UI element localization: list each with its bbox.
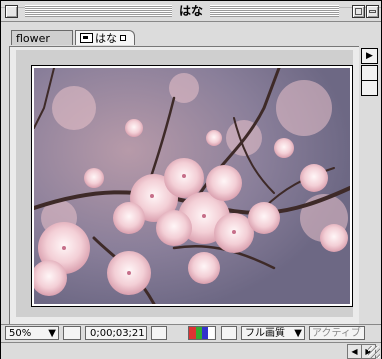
active-camera-dropdown[interactable]: アクティブ bbox=[309, 326, 365, 340]
zoom-icon bbox=[355, 8, 362, 15]
region-of-interest-button[interactable] bbox=[221, 326, 237, 340]
scroll-left-button[interactable]: ◀ bbox=[347, 344, 362, 359]
side-controls: ▶ bbox=[359, 46, 381, 324]
zoom-box-button[interactable] bbox=[352, 5, 365, 18]
channel-rgb-button[interactable] bbox=[188, 326, 216, 340]
chevron-down-icon: ▼ bbox=[48, 328, 56, 339]
panel-menu-button[interactable]: ▶ bbox=[361, 48, 378, 64]
tab-close-icon[interactable] bbox=[120, 35, 126, 41]
collapse-box-button[interactable] bbox=[366, 5, 379, 18]
status-bar: 50% ▼ 0;00;03;21 フル画質 ▼ アクティブ bbox=[1, 324, 381, 342]
tab-flower[interactable]: flower bbox=[11, 30, 73, 45]
tab-label: はな bbox=[95, 32, 117, 45]
composition-window: はな flower はな ▶ 50% ▼ 0;00;03;21 フル画質 ▼ ア… bbox=[0, 0, 382, 359]
collapse-icon bbox=[369, 10, 376, 13]
zoom-value: 50% bbox=[9, 328, 32, 339]
title-bar[interactable]: はな bbox=[1, 1, 381, 22]
timecode-display[interactable]: 0;00;03;21 bbox=[85, 326, 147, 340]
window-title: はな bbox=[171, 3, 211, 19]
active-camera-label: アクティブ bbox=[312, 328, 361, 339]
comp-settings-button[interactable] bbox=[361, 80, 378, 96]
tab-label: flower bbox=[16, 32, 50, 45]
blossom-image bbox=[34, 68, 350, 304]
resolution-value: フル画質 bbox=[245, 328, 285, 339]
play-arrow-icon: ▶ bbox=[366, 51, 373, 61]
close-box-button[interactable] bbox=[5, 5, 18, 18]
cherry-blossom-photo[interactable] bbox=[34, 68, 350, 304]
composition-viewer bbox=[9, 46, 361, 326]
zoom-dropdown[interactable]: 50% ▼ bbox=[5, 326, 59, 340]
resolution-dropdown[interactable]: フル画質 ▼ bbox=[241, 326, 305, 340]
comp-flowchart-button[interactable] bbox=[361, 65, 378, 81]
snapshot-button[interactable] bbox=[151, 326, 167, 340]
safe-margins-button[interactable] bbox=[63, 326, 81, 340]
tab-hana[interactable]: はな bbox=[75, 30, 135, 45]
comp-frame bbox=[31, 65, 353, 307]
chevron-down-icon: ▼ bbox=[294, 328, 302, 339]
composition-icon bbox=[80, 33, 93, 43]
horizontal-scrollbar[interactable]: ◀ ▶ bbox=[1, 342, 381, 359]
pasteboard bbox=[16, 50, 353, 317]
resize-grip[interactable] bbox=[368, 346, 380, 358]
tab-row: flower はな bbox=[1, 22, 381, 46]
show-snapshot-button[interactable] bbox=[171, 326, 185, 340]
